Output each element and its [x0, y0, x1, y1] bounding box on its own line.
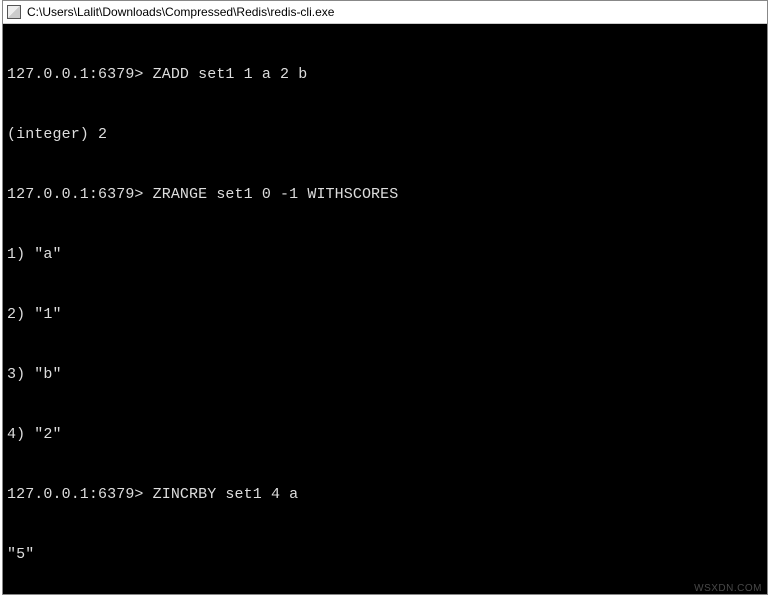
window-title: C:\Users\Lalit\Downloads\Compressed\Redi…	[27, 5, 334, 19]
terminal-line: 2) "1"	[7, 305, 763, 325]
app-window: C:\Users\Lalit\Downloads\Compressed\Redi…	[2, 0, 768, 595]
terminal-line: 3) "b"	[7, 365, 763, 385]
terminal-output[interactable]: 127.0.0.1:6379> ZADD set1 1 a 2 b (integ…	[3, 24, 767, 594]
terminal-line: 127.0.0.1:6379> ZADD set1 1 a 2 b	[7, 65, 763, 85]
terminal-line: 127.0.0.1:6379> ZINCRBY set1 4 a	[7, 485, 763, 505]
terminal-line: (integer) 2	[7, 125, 763, 145]
terminal-line: 1) "a"	[7, 245, 763, 265]
terminal-line: 127.0.0.1:6379> ZRANGE set1 0 -1 WITHSCO…	[7, 185, 763, 205]
app-icon	[7, 5, 21, 19]
watermark-text: WSXDN.COM	[694, 583, 762, 594]
terminal-line: 4) "2"	[7, 425, 763, 445]
terminal-line: "5"	[7, 545, 763, 565]
title-bar[interactable]: C:\Users\Lalit\Downloads\Compressed\Redi…	[3, 1, 767, 24]
